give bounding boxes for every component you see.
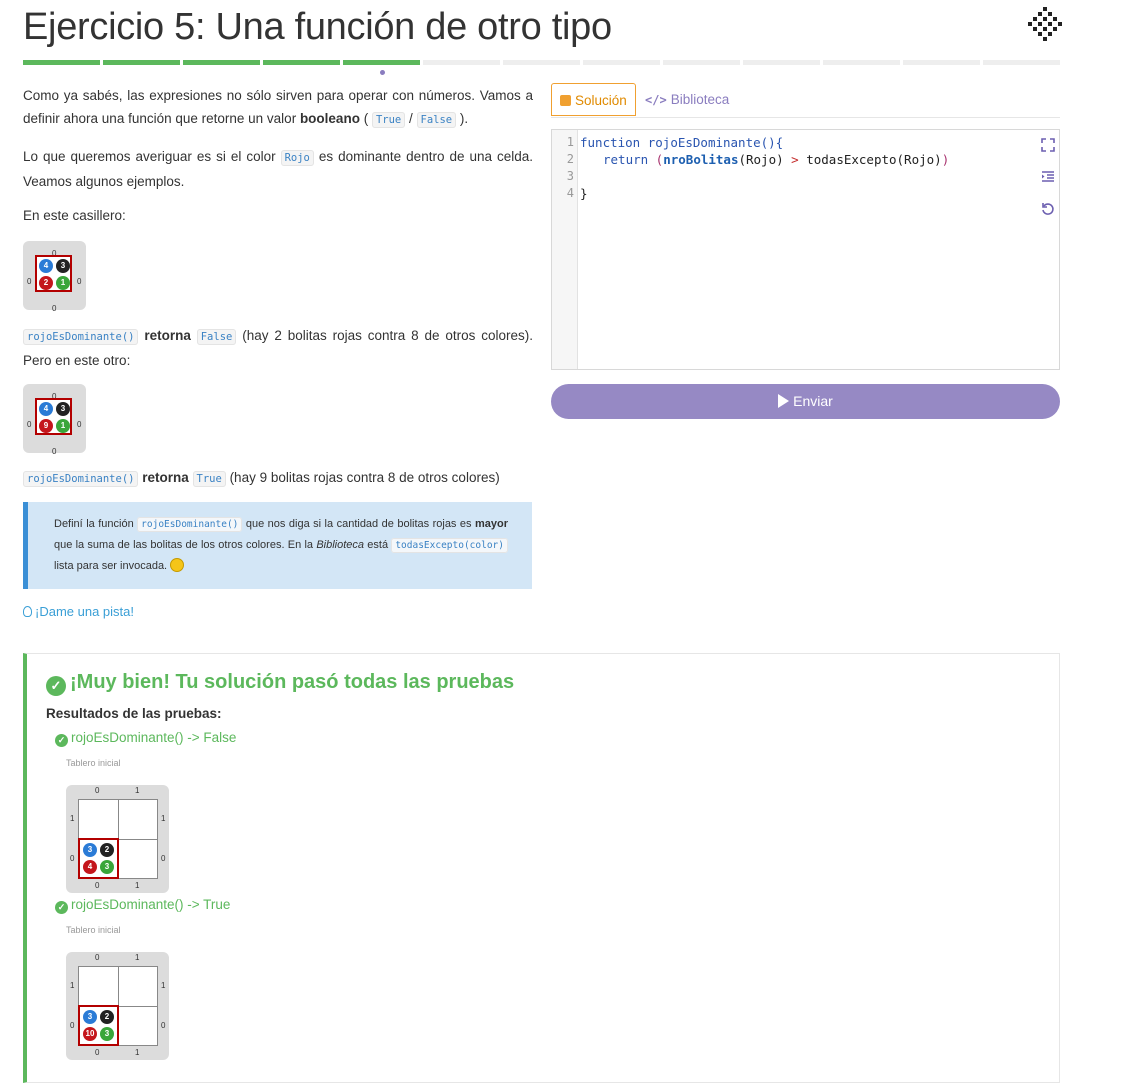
fullscreen-icon[interactable] [1041, 138, 1055, 152]
code-editor[interactable]: 1 2 3 4 function rojoEsDominante(){ retu… [551, 129, 1060, 370]
board-label: Tablero inicial [66, 758, 121, 768]
results-title: ✓ ¡Muy bien! Tu solución pasó todas las p… [46, 671, 514, 696]
green-ball: 3 [100, 860, 114, 874]
logo-icon [1028, 7, 1062, 41]
selected-cell: 3 2 10 3 [78, 1005, 119, 1046]
indent-icon[interactable] [1041, 170, 1055, 184]
false-code: False [416, 112, 457, 128]
task-notice: Definí la función rojoEsDominante() que … [23, 502, 532, 589]
play-icon [778, 394, 790, 408]
green-ball: 3 [100, 1027, 114, 1041]
tab-solucion[interactable]: Solución [551, 83, 636, 116]
red-ball: 10 [83, 1027, 97, 1041]
progress-step[interactable] [823, 60, 900, 65]
progress-step[interactable] [103, 60, 180, 65]
progress-step[interactable] [743, 60, 820, 65]
progress-step[interactable] [343, 60, 420, 65]
code-icon: </> [645, 93, 667, 107]
black-ball: 2 [100, 843, 114, 857]
progress-step[interactable] [503, 60, 580, 65]
red-ball: 9 [39, 419, 53, 433]
test-result: ✓ rojoEsDominante() -> False [55, 730, 236, 747]
selected-cell: 3 2 4 3 [78, 838, 119, 879]
check-circle-icon: ✓ [46, 676, 66, 696]
code-line: return (nroBolitas(Rojo) > todasExcepto(… [603, 152, 950, 167]
page-title: Ejercicio 5: Una función de otro tipo [23, 6, 612, 48]
smile-icon [170, 558, 185, 573]
test-result: ✓ rojoEsDominante() -> True [55, 897, 230, 914]
red-ball: 2 [39, 276, 53, 290]
example-cell: 4 3 9 1 [35, 398, 72, 435]
example-result-2: rojoEsDominante() retorna True (hay 9 bo… [23, 466, 533, 491]
current-step-indicator [380, 70, 385, 75]
lightbulb-icon [23, 606, 32, 617]
progress-step[interactable] [583, 60, 660, 65]
red-ball: 4 [83, 860, 97, 874]
board-label: Tablero inicial [66, 925, 121, 935]
test-board: 0 1 1 1 0 0 0 1 3 2 4 3 [66, 785, 169, 893]
progress-step[interactable] [423, 60, 500, 65]
question-paragraph: Lo que queremos averiguar es si el color… [23, 149, 533, 189]
example-board-1: 0 0 0 0 4 3 2 1 [23, 241, 86, 313]
intro-paragraph: Como ya sabés, las expresiones no sólo s… [23, 88, 533, 128]
example-intro: En este casillero: [23, 208, 126, 223]
line-gutter: 1 2 3 4 [552, 130, 578, 369]
check-circle-icon: ✓ [55, 734, 68, 747]
blue-ball: 3 [83, 843, 97, 857]
blue-ball: 4 [39, 402, 53, 416]
results-subtitle: Resultados de las pruebas: [46, 706, 222, 721]
results-panel: ✓ ¡Muy bien! Tu solución pasó todas las p… [23, 653, 1060, 1083]
progress-step[interactable] [23, 60, 100, 65]
rojo-code: Rojo [280, 150, 314, 166]
progress-step[interactable] [983, 60, 1060, 65]
progress-step[interactable] [183, 60, 260, 65]
green-ball: 1 [56, 419, 70, 433]
code-line: function rojoEsDominante(){ [580, 135, 784, 150]
check-circle-icon: ✓ [55, 901, 68, 914]
progress-step[interactable] [903, 60, 980, 65]
example-result-1: rojoEsDominante() retorna False (hay 2 b… [23, 328, 533, 368]
progress-step[interactable] [663, 60, 740, 65]
example-board-2: 0 0 0 0 4 3 9 1 [23, 384, 86, 456]
black-ball: 3 [56, 259, 70, 273]
submit-button[interactable]: Enviar [551, 384, 1060, 419]
progress-bar [23, 60, 1060, 66]
reset-icon[interactable] [1041, 202, 1055, 216]
example-cell: 4 3 2 1 [35, 255, 72, 292]
editor-tabs: Solución </> Biblioteca [551, 83, 1060, 118]
blue-ball: 4 [39, 259, 53, 273]
hint-link[interactable]: ¡Dame una pista! [23, 600, 134, 623]
true-code: True [371, 112, 406, 128]
tab-biblioteca[interactable]: </> Biblioteca [645, 83, 729, 116]
black-ball: 2 [100, 1010, 114, 1024]
code-line: } [580, 186, 588, 201]
blue-ball: 3 [83, 1010, 97, 1024]
test-board: 0 1 1 1 0 0 0 1 3 2 10 3 [66, 952, 169, 1060]
black-ball: 3 [56, 402, 70, 416]
green-ball: 1 [56, 276, 70, 290]
pencil-icon [560, 95, 571, 106]
progress-step[interactable] [263, 60, 340, 65]
